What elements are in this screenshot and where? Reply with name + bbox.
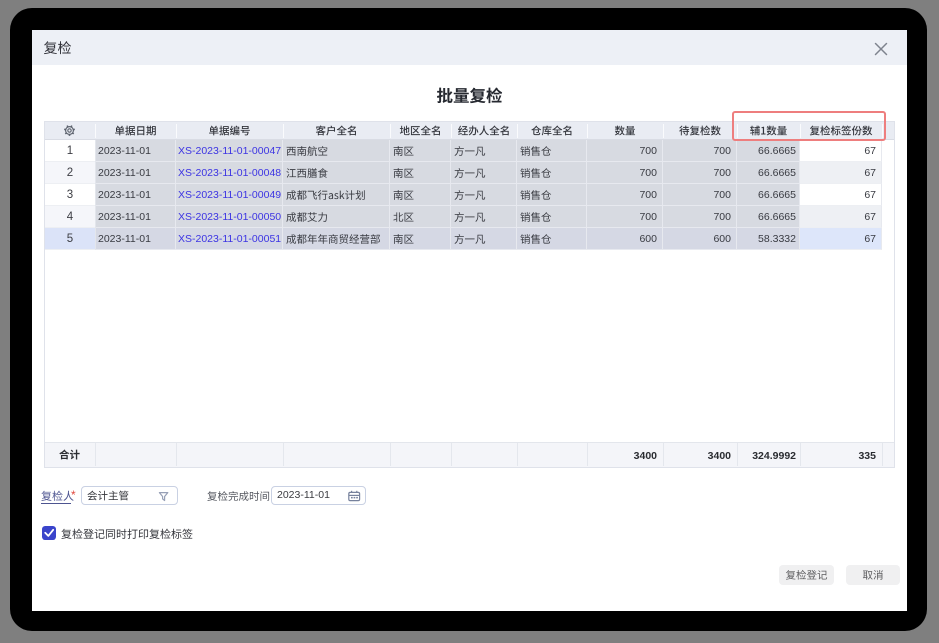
svg-text:*: * — [71, 488, 76, 502]
